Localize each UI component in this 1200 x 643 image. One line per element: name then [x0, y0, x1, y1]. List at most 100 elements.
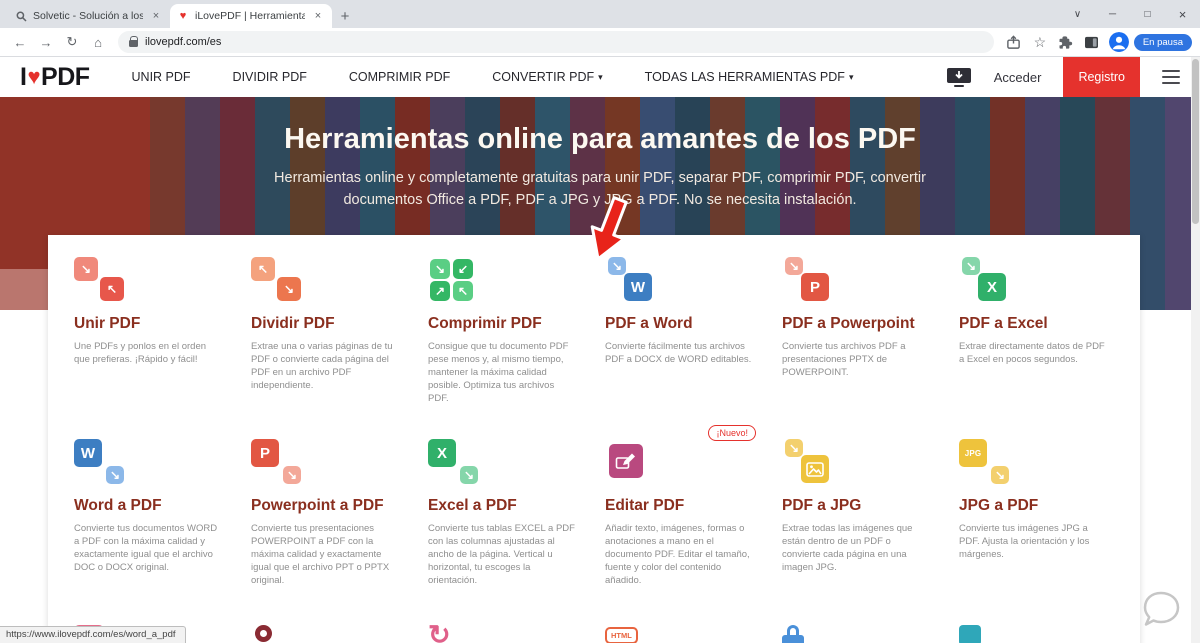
tool-pdf-to-excel[interactable]: ↘XPDF a ExcelExtrae directamente datos d… [959, 257, 1114, 439]
tool-word-to-pdf[interactable]: W↘Word a PDFConvierte tus documentos WOR… [74, 439, 229, 621]
tool-pdf-to-powerpoint[interactable]: ↘PPDF a PowerpointConvierte tus archivos… [782, 257, 937, 439]
profile-avatar[interactable] [1109, 32, 1129, 52]
status-bar-link: https://www.ilovepdf.com/es/word_a_pdf [0, 626, 186, 643]
tool-desc: Extrae todas las imágenes que están dent… [782, 522, 937, 574]
tab-close-icon[interactable]: × [311, 10, 325, 22]
chevron-down-icon: ▾ [598, 72, 603, 83]
rotate-icon: ↻ [428, 625, 583, 643]
reload-button[interactable]: ↻ [60, 30, 84, 54]
unlock-key-icon [255, 625, 272, 642]
heart-icon: ♥ [26, 64, 41, 90]
back-button[interactable]: ← [8, 30, 32, 54]
more-tool-sign-shield[interactable] [959, 625, 1114, 643]
login-link[interactable]: Acceder [994, 70, 1042, 85]
icon-square: X [978, 273, 1006, 301]
nav-item-unir-pdf[interactable]: UNIR PDF [132, 70, 191, 84]
more-tool-unlock-key[interactable] [251, 625, 406, 643]
sidebar-icon[interactable] [1080, 30, 1104, 54]
site-header: I ♥ PDF UNIR PDF DIVIDIR PDF COMPRIMIR PDF… [0, 57, 1200, 97]
tool-title: Dividir PDF [251, 315, 406, 333]
page-subtitle: Herramientas online y completamente grat… [250, 167, 950, 212]
icon-square: ↖ [453, 281, 473, 301]
lock-shackle [787, 625, 799, 635]
tool-desc: Une PDFs y ponlos en el orden que prefie… [74, 340, 229, 366]
icon-square: ↘ [430, 259, 450, 279]
menu-hamburger-icon[interactable] [1162, 70, 1180, 85]
share-icon[interactable] [1002, 30, 1026, 54]
minimize-button[interactable]: ─ [1095, 0, 1130, 28]
icon-square: ↘ [460, 466, 478, 484]
site-logo[interactable]: I ♥ PDF [20, 63, 90, 92]
maximize-button[interactable]: □ [1130, 0, 1165, 28]
compress-pdf-icon: ↘↙↗↖ [428, 257, 480, 303]
nav-item-todas-las-herramientas[interactable]: TODAS LAS HERRAMIENTAS PDF▾ [645, 70, 854, 84]
register-button[interactable]: Registro [1063, 57, 1140, 97]
nav-item-label: COMPRIMIR PDF [349, 70, 450, 84]
sync-paused-badge[interactable]: En pausa [1134, 34, 1192, 51]
browser-tab-1[interactable]: Solvetic - Solución a los problem...× [8, 4, 170, 28]
tool-edit-pdf[interactable]: ¡Nuevo!Editar PDFAñadir texto, imágenes,… [605, 439, 760, 621]
tool-excel-to-pdf[interactable]: X↘Excel a PDFConvierte tus tablas EXCEL … [428, 439, 583, 621]
tool-desc: Extrae una o varias páginas de tu PDF o … [251, 340, 406, 392]
tools-card: ↘↖Unir PDFUne PDFs y ponlos en el orden … [48, 235, 1140, 643]
page-scrollbar[interactable] [1191, 57, 1200, 643]
scrollbar-thumb[interactable] [1192, 59, 1199, 224]
tool-title: JPG a PDF [959, 497, 1114, 515]
jpg-to-pdf-icon: JPG↘ [959, 439, 1011, 485]
nav-item-label: DIVIDIR PDF [233, 70, 307, 84]
tool-pdf-to-word[interactable]: ↘WPDF a WordConvierte fácilmente tus arc… [605, 257, 760, 439]
icon-square: P [251, 439, 279, 467]
tool-powerpoint-to-pdf[interactable]: P↘Powerpoint a PDFConvierte tus presenta… [251, 439, 406, 621]
icon-square: ↙ [453, 259, 473, 279]
icon-square: W [74, 439, 102, 467]
more-tool-protect-lock[interactable] [782, 625, 937, 643]
home-button[interactable]: ⌂ [86, 30, 110, 54]
icon-square: ↘ [74, 257, 98, 281]
protect-lock-icon [782, 625, 937, 643]
icon-square: JPG [959, 439, 987, 467]
tool-title: Comprimir PDF [428, 315, 583, 333]
tool-title: Word a PDF [74, 497, 229, 515]
more-tool-rotate[interactable]: ↻ [428, 625, 583, 643]
tools-grid: ↘↖Unir PDFUne PDFs y ponlos en el orden … [48, 235, 1140, 621]
nav-item-comprimir-pdf[interactable]: COMPRIMIR PDF [349, 70, 450, 84]
nav-item-dividir-pdf[interactable]: DIVIDIR PDF [233, 70, 307, 84]
powerpoint-to-pdf-icon: P↘ [251, 439, 303, 485]
extensions-puzzle-icon[interactable] [1054, 30, 1078, 54]
tool-desc: Extrae directamente datos de PDF a Excel… [959, 340, 1114, 366]
tool-merge-pdf[interactable]: ↘↖Unir PDFUne PDFs y ponlos en el orden … [74, 257, 229, 439]
new-tab-button[interactable]: + [332, 4, 358, 28]
feedback-bubble-button[interactable] [1137, 585, 1185, 633]
window-controls: ∨ ─ □ × [1060, 0, 1200, 28]
tool-title: PDF a Excel [959, 315, 1114, 333]
bookmark-star-icon[interactable]: ☆ [1028, 30, 1052, 54]
nav-item-convertir-pdf[interactable]: CONVERTIR PDF▾ [492, 70, 602, 84]
lock-icon [129, 40, 138, 47]
tool-desc: Convierte tus imágenes JPG a PDF. Ajusta… [959, 522, 1114, 561]
lock-body [782, 635, 804, 643]
forward-button[interactable]: → [34, 30, 58, 54]
pdf-to-powerpoint-icon: ↘P [782, 257, 834, 303]
main-nav: UNIR PDF DIVIDIR PDF COMPRIMIR PDF CONVERTI… [132, 70, 854, 84]
word-to-pdf-icon: W↘ [74, 439, 126, 485]
tool-jpg-to-pdf[interactable]: JPG↘ JPG a PDF Convierte tus imágenes JPG … [959, 439, 1114, 621]
tab-close-icon[interactable]: × [149, 10, 163, 22]
address-bar[interactable]: ilovepdf.com/es [118, 31, 994, 53]
logo-text-right: PDF [41, 63, 90, 92]
browser-tab-2[interactable]: ♥iLovePDF | Herramientas PDF on...× [170, 4, 332, 28]
tool-pdf-to-jpg[interactable]: ↘PDF a JPGExtrae todas las imágenes que … [782, 439, 937, 621]
tool-split-pdf[interactable]: ↖↘ Dividir PDF Extrae una o varias páginas… [251, 257, 406, 439]
tool-desc: Convierte tus tablas EXCEL a PDF con las… [428, 522, 583, 588]
tool-desc: Convierte fácilmente tus archivos PDF a … [605, 340, 760, 366]
desktop-app-download-icon[interactable] [946, 67, 972, 88]
tool-desc: Consigue que tu documento PDF pese menos… [428, 340, 583, 406]
icon-square: ↘ [785, 257, 803, 275]
close-window-button[interactable]: × [1165, 0, 1200, 28]
tab-search-chevron-icon[interactable]: ∨ [1060, 0, 1095, 28]
page-title: Herramientas online para amantes de los … [0, 123, 1200, 156]
split-pdf-icon: ↖↘ [251, 257, 303, 303]
tool-compress-pdf[interactable]: ↘↙↗↖ Comprimir PDF Consigue que tu documen… [428, 257, 583, 439]
tab-title: iLovePDF | Herramientas PDF on... [195, 10, 305, 22]
more-tool-html-to-pdf[interactable]: HTML [605, 625, 760, 643]
icon-square [801, 455, 829, 483]
